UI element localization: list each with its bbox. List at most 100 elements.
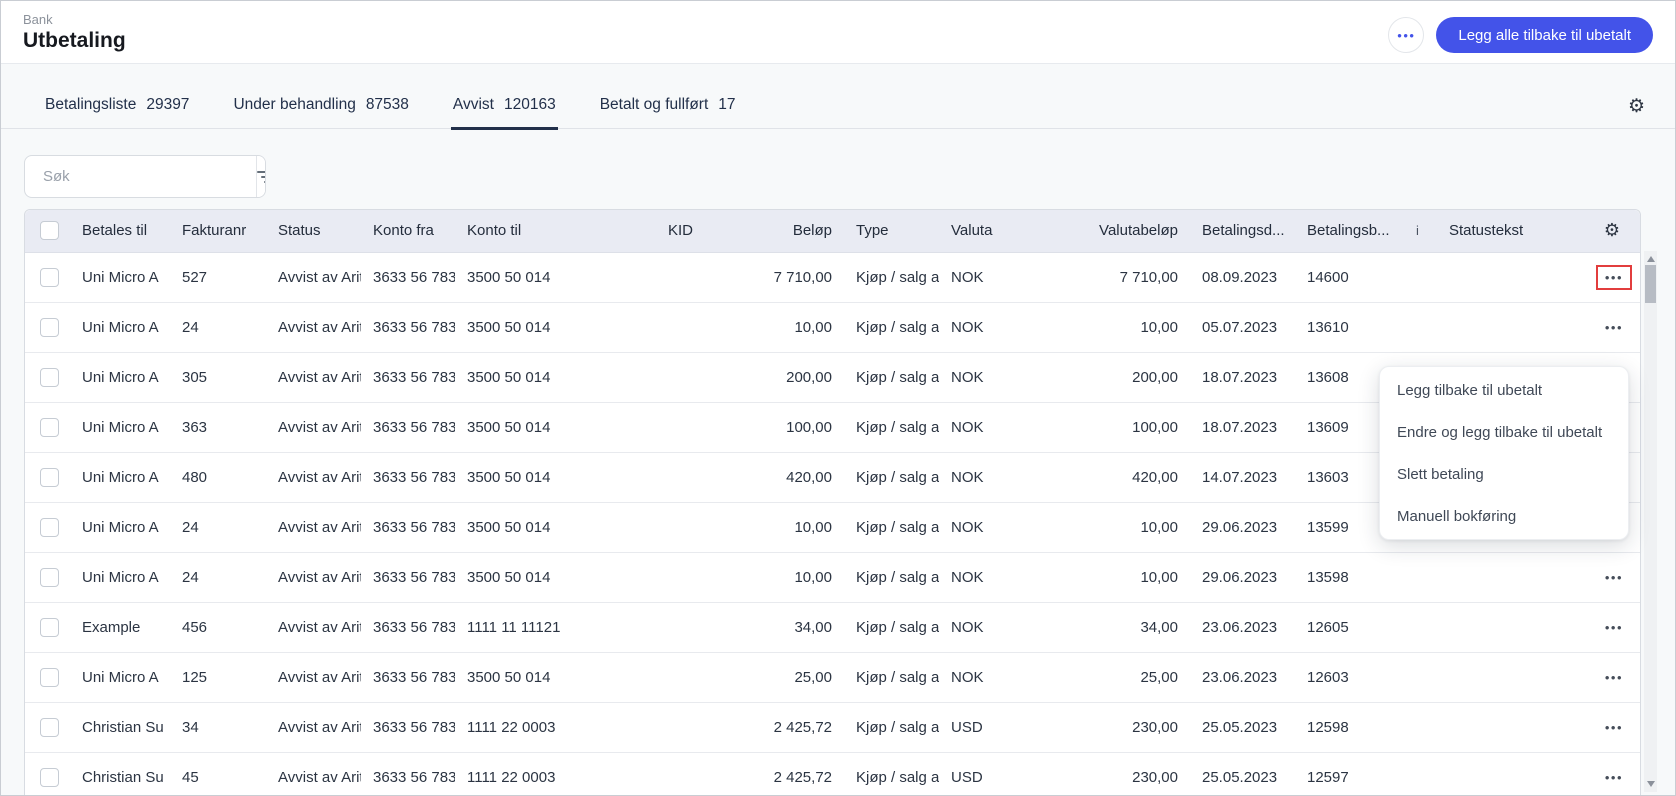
search-input[interactable]: [25, 156, 256, 197]
cell-type: Kjøp / salg av: [844, 652, 939, 702]
cell-kid: [656, 352, 766, 402]
cell-invoice-no: 24: [170, 502, 266, 552]
vertical-scrollbar[interactable]: [1644, 251, 1657, 792]
row-checkbox[interactable]: [40, 318, 59, 337]
cell-invoice-no: 24: [170, 302, 266, 352]
table-row[interactable]: Example 456 Avvist av Arit 3633 56 783 1…: [25, 602, 1640, 652]
cell-payment-date: 23.06.2023: [1190, 602, 1295, 652]
col-betales-til[interactable]: Betales til: [70, 210, 170, 252]
select-all-checkbox[interactable]: [40, 221, 59, 240]
cell-account-to: 3500 50 014: [455, 552, 656, 602]
row-checkbox[interactable]: [40, 568, 59, 587]
tab-count: 17: [718, 96, 735, 114]
cell-payee: Christian Su: [70, 752, 170, 796]
cell-account-from: 3633 56 783: [361, 452, 455, 502]
table-settings-gear-icon[interactable]: ⚙: [1604, 220, 1620, 240]
row-actions-button[interactable]: [1596, 765, 1632, 790]
tab-avvist[interactable]: Avvist 120163: [451, 96, 558, 130]
cell-amount: 34,00: [766, 602, 844, 652]
table-row[interactable]: Christian Su 45 Avvist av Arit 3633 56 7…: [25, 752, 1640, 796]
table-row[interactable]: Christian Su 34 Avvist av Arit 3633 56 7…: [25, 702, 1640, 752]
cell-account-to: 3500 50 014: [455, 402, 656, 452]
col-status[interactable]: Status: [266, 210, 361, 252]
cell-status: Avvist av Arit: [266, 302, 361, 352]
tab-betalt-og-fullfort[interactable]: Betalt og fullført 17: [598, 96, 738, 130]
row-actions-button[interactable]: [1596, 615, 1632, 640]
cell-currency: NOK: [939, 552, 1029, 602]
col-fakturanr[interactable]: Fakturanr: [170, 210, 266, 252]
menu-item-edit-and-return-to-unpaid[interactable]: Endre og legg tilbake til ubetalt: [1380, 411, 1628, 453]
cell-status-text: [1437, 652, 1594, 702]
cell-currency-amount: 10,00: [1029, 552, 1190, 602]
row-checkbox[interactable]: [40, 268, 59, 287]
title-block: Bank Utbetaling: [23, 11, 126, 54]
cell-extra: [1404, 252, 1437, 302]
col-statustekst[interactable]: Statustekst: [1437, 210, 1594, 252]
row-actions-button[interactable]: [1596, 565, 1632, 590]
cell-kid: [656, 402, 766, 452]
triangle-up-icon: [1647, 256, 1655, 262]
cell-account-from: 3633 56 783: [361, 352, 455, 402]
tab-betalingsliste[interactable]: Betalingsliste 29397: [43, 96, 191, 130]
cell-payee: Uni Micro A: [70, 502, 170, 552]
scrollbar-thumb[interactable]: [1645, 265, 1656, 303]
row-checkbox[interactable]: [40, 618, 59, 637]
cell-payment-date: 29.06.2023: [1190, 502, 1295, 552]
tab-settings-gear-icon[interactable]: ⚙: [1628, 97, 1645, 116]
search-box: [24, 155, 266, 198]
row-checkbox[interactable]: [40, 518, 59, 537]
table-row[interactable]: Uni Micro A 527 Avvist av Arit 3633 56 7…: [25, 252, 1640, 302]
cell-account-to: 3500 50 014: [455, 652, 656, 702]
row-checkbox[interactable]: [40, 418, 59, 437]
table-row[interactable]: Uni Micro A 24 Avvist av Arit 3633 56 78…: [25, 302, 1640, 352]
cell-account-to: 3500 50 014: [455, 302, 656, 352]
cell-payee: Christian Su: [70, 702, 170, 752]
row-checkbox[interactable]: [40, 368, 59, 387]
row-actions-button[interactable]: [1596, 265, 1632, 290]
scroll-up-button[interactable]: [1644, 253, 1657, 265]
row-actions-button[interactable]: [1596, 315, 1632, 340]
col-konto-til[interactable]: Konto til: [455, 210, 656, 252]
col-betalingsdato[interactable]: Betalingsd...: [1190, 210, 1295, 252]
cell-type: Kjøp / salg av: [844, 602, 939, 652]
cell-payee: Uni Micro A: [70, 252, 170, 302]
row-checkbox[interactable]: [40, 768, 59, 787]
cell-status-text: [1437, 702, 1594, 752]
row-actions-button[interactable]: [1596, 665, 1632, 690]
row-checkbox[interactable]: [40, 468, 59, 487]
cell-currency-amount: 10,00: [1029, 302, 1190, 352]
tab-under-behandling[interactable]: Under behandling 87538: [231, 96, 410, 130]
filter-button[interactable]: [256, 156, 266, 197]
menu-item-delete-payment[interactable]: Slett betaling: [1380, 453, 1628, 495]
col-konto-fra[interactable]: Konto fra: [361, 210, 455, 252]
cell-amount: 2 425,72: [766, 752, 844, 796]
col-valuta[interactable]: Valuta: [939, 210, 1029, 252]
row-checkbox[interactable]: [40, 718, 59, 737]
col-valutabelop[interactable]: Valutabeløp: [1029, 210, 1190, 252]
cell-currency: USD: [939, 752, 1029, 796]
col-belop[interactable]: Beløp: [766, 210, 844, 252]
table-row[interactable]: Uni Micro A 125 Avvist av Arit 3633 56 7…: [25, 652, 1640, 702]
row-checkbox[interactable]: [40, 668, 59, 687]
cell-extra: [1404, 702, 1437, 752]
row-actions-button[interactable]: [1596, 715, 1632, 740]
cell-payment-date: 14.07.2023: [1190, 452, 1295, 502]
cell-extra: [1404, 302, 1437, 352]
return-all-to-unpaid-button[interactable]: Legg alle tilbake til ubetalt: [1436, 17, 1653, 53]
col-extra[interactable]: i: [1404, 210, 1437, 252]
page-title: Utbetaling: [23, 28, 126, 54]
cell-payee: Uni Micro A: [70, 552, 170, 602]
table-row[interactable]: Uni Micro A 24 Avvist av Arit 3633 56 78…: [25, 552, 1640, 602]
menu-item-manual-posting[interactable]: Manuell bokføring: [1380, 495, 1628, 537]
more-actions-button[interactable]: [1388, 17, 1424, 53]
cell-currency-amount: 230,00: [1029, 702, 1190, 752]
cell-currency-amount: 100,00: [1029, 402, 1190, 452]
cell-extra: [1404, 752, 1437, 796]
scroll-down-button[interactable]: [1644, 778, 1657, 790]
menu-item-return-to-unpaid[interactable]: Legg tilbake til ubetalt: [1380, 369, 1628, 411]
cell-payment-date: 25.05.2023: [1190, 752, 1295, 796]
col-kid[interactable]: KID: [656, 210, 766, 252]
cell-status: Avvist av Arit: [266, 352, 361, 402]
col-type[interactable]: Type: [844, 210, 939, 252]
col-betalingsbunt[interactable]: Betalingsb...: [1295, 210, 1404, 252]
